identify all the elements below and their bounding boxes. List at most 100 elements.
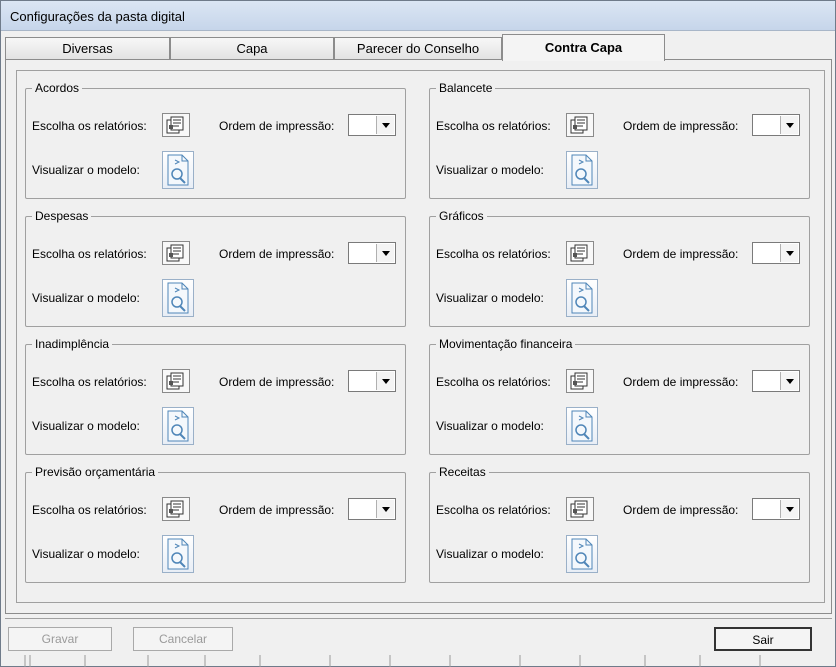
choose-reports-label: Escolha os relatórios: <box>32 375 147 389</box>
chevron-down-icon[interactable] <box>376 244 394 262</box>
tab-panel: Acordos Escolha os relatórios: Ordem de im… <box>5 59 832 614</box>
print-order-select[interactable] <box>348 370 396 392</box>
choose-reports-button[interactable] <box>566 113 594 137</box>
report-select-icon <box>570 500 590 518</box>
report-select-icon <box>166 116 186 134</box>
chevron-down-icon[interactable] <box>376 116 394 134</box>
choose-reports-button[interactable] <box>162 497 190 521</box>
group-title: Gráficos <box>436 209 487 223</box>
report-select-icon <box>166 244 186 262</box>
preview-model-label: Visualizar o modelo: <box>32 419 140 433</box>
preview-model-button[interactable] <box>162 279 194 317</box>
group-box: Inadimplência Escolha os relatórios: Ordem… <box>25 337 406 455</box>
print-order-label: Ordem de impressão: <box>219 247 335 261</box>
settings-window: Configurações da pasta digital Diversas … <box>0 0 836 667</box>
print-order-select[interactable] <box>752 114 800 136</box>
cancel-button-label: Cancelar <box>158 632 208 646</box>
chevron-down-icon[interactable] <box>780 116 798 134</box>
preview-model-button[interactable] <box>162 407 194 445</box>
document-preview-icon <box>570 282 594 314</box>
group-title: Despesas <box>32 209 92 223</box>
save-button-label: Gravar <box>41 632 79 646</box>
preview-model-label: Visualizar o modelo: <box>32 547 140 561</box>
document-preview-icon <box>166 538 190 570</box>
print-order-label: Ordem de impressão: <box>219 119 335 133</box>
preview-model-label: Visualizar o modelo: <box>32 163 140 177</box>
document-preview-icon <box>570 154 594 186</box>
print-order-select[interactable] <box>348 498 396 520</box>
preview-model-label: Visualizar o modelo: <box>436 291 544 305</box>
preview-model-button[interactable] <box>566 407 598 445</box>
print-order-label: Ordem de impressão: <box>623 375 739 389</box>
group-box: Previsão orçamentária Escolha os relatóri… <box>25 465 406 583</box>
cancel-button[interactable]: Cancelar <box>133 627 233 651</box>
tab-capa[interactable]: Capa <box>170 37 334 60</box>
choose-reports-button[interactable] <box>566 369 594 393</box>
group-box: Movimentação financeira Escolha os relató… <box>429 337 810 455</box>
choose-reports-label: Escolha os relatórios: <box>436 247 551 261</box>
tab-parecer-do-conselho[interactable]: Parecer do Conselho <box>334 37 502 60</box>
choose-reports-label: Escolha os relatórios: <box>436 503 551 517</box>
choose-reports-button[interactable] <box>162 113 190 137</box>
preview-model-button[interactable] <box>566 151 598 189</box>
document-preview-icon <box>570 538 594 570</box>
preview-model-label: Visualizar o modelo: <box>436 419 544 433</box>
print-order-label: Ordem de impressão: <box>623 119 739 133</box>
chevron-down-icon[interactable] <box>780 500 798 518</box>
document-preview-icon <box>166 282 190 314</box>
choose-reports-button[interactable] <box>566 497 594 521</box>
group-box: Balancete Escolha os relatórios: Ordem de … <box>429 81 810 199</box>
print-order-label: Ordem de impressão: <box>219 375 335 389</box>
chevron-down-icon[interactable] <box>780 372 798 390</box>
document-preview-icon <box>570 410 594 442</box>
group-title: Receitas <box>436 465 489 479</box>
preview-model-button[interactable] <box>566 535 598 573</box>
group-box: Gráficos Escolha os relatórios: Ordem de i… <box>429 209 810 327</box>
chevron-down-icon[interactable] <box>376 500 394 518</box>
title-bar: Configurações da pasta digital <box>1 1 835 31</box>
document-preview-icon <box>166 410 190 442</box>
group-title: Acordos <box>32 81 83 95</box>
choose-reports-label: Escolha os relatórios: <box>32 503 147 517</box>
background-grid <box>24 655 761 667</box>
print-order-select[interactable] <box>348 242 396 264</box>
preview-model-label: Visualizar o modelo: <box>436 547 544 561</box>
report-select-icon <box>570 244 590 262</box>
document-preview-icon <box>166 154 190 186</box>
report-select-icon <box>166 372 186 390</box>
window-title: Configurações da pasta digital <box>10 9 185 24</box>
group-box: Receitas Escolha os relatórios: Ordem de i… <box>429 465 810 583</box>
chevron-down-icon[interactable] <box>376 372 394 390</box>
choose-reports-button[interactable] <box>566 241 594 265</box>
report-select-icon <box>166 500 186 518</box>
print-order-label: Ordem de impressão: <box>623 503 739 517</box>
choose-reports-button[interactable] <box>162 241 190 265</box>
group-title: Previsão orçamentária <box>32 465 159 479</box>
preview-model-label: Visualizar o modelo: <box>32 291 140 305</box>
print-order-select[interactable] <box>348 114 396 136</box>
group-box: Acordos Escolha os relatórios: Ordem de im… <box>25 81 406 199</box>
choose-reports-button[interactable] <box>162 369 190 393</box>
print-order-label: Ordem de impressão: <box>219 503 335 517</box>
preview-model-button[interactable] <box>162 535 194 573</box>
print-order-label: Ordem de impressão: <box>623 247 739 261</box>
group-title: Movimentação financeira <box>436 337 576 351</box>
exit-button-label: Sair <box>752 633 774 647</box>
groups-container: Acordos Escolha os relatórios: Ordem de im… <box>16 70 825 603</box>
exit-button[interactable]: Sair <box>714 627 812 651</box>
preview-model-button[interactable] <box>162 151 194 189</box>
group-title: Balancete <box>436 81 496 95</box>
save-button[interactable]: Gravar <box>8 627 112 651</box>
choose-reports-label: Escolha os relatórios: <box>436 375 551 389</box>
print-order-select[interactable] <box>752 242 800 264</box>
print-order-select[interactable] <box>752 498 800 520</box>
group-title: Inadimplência <box>32 337 113 351</box>
print-order-select[interactable] <box>752 370 800 392</box>
choose-reports-label: Escolha os relatórios: <box>436 119 551 133</box>
chevron-down-icon[interactable] <box>780 244 798 262</box>
tab-strip: Diversas Capa Parecer do Conselho Contra… <box>5 34 833 61</box>
report-select-icon <box>570 372 590 390</box>
tab-contra-capa[interactable]: Contra Capa <box>502 34 665 61</box>
preview-model-button[interactable] <box>566 279 598 317</box>
tab-diversas[interactable]: Diversas <box>5 37 170 60</box>
